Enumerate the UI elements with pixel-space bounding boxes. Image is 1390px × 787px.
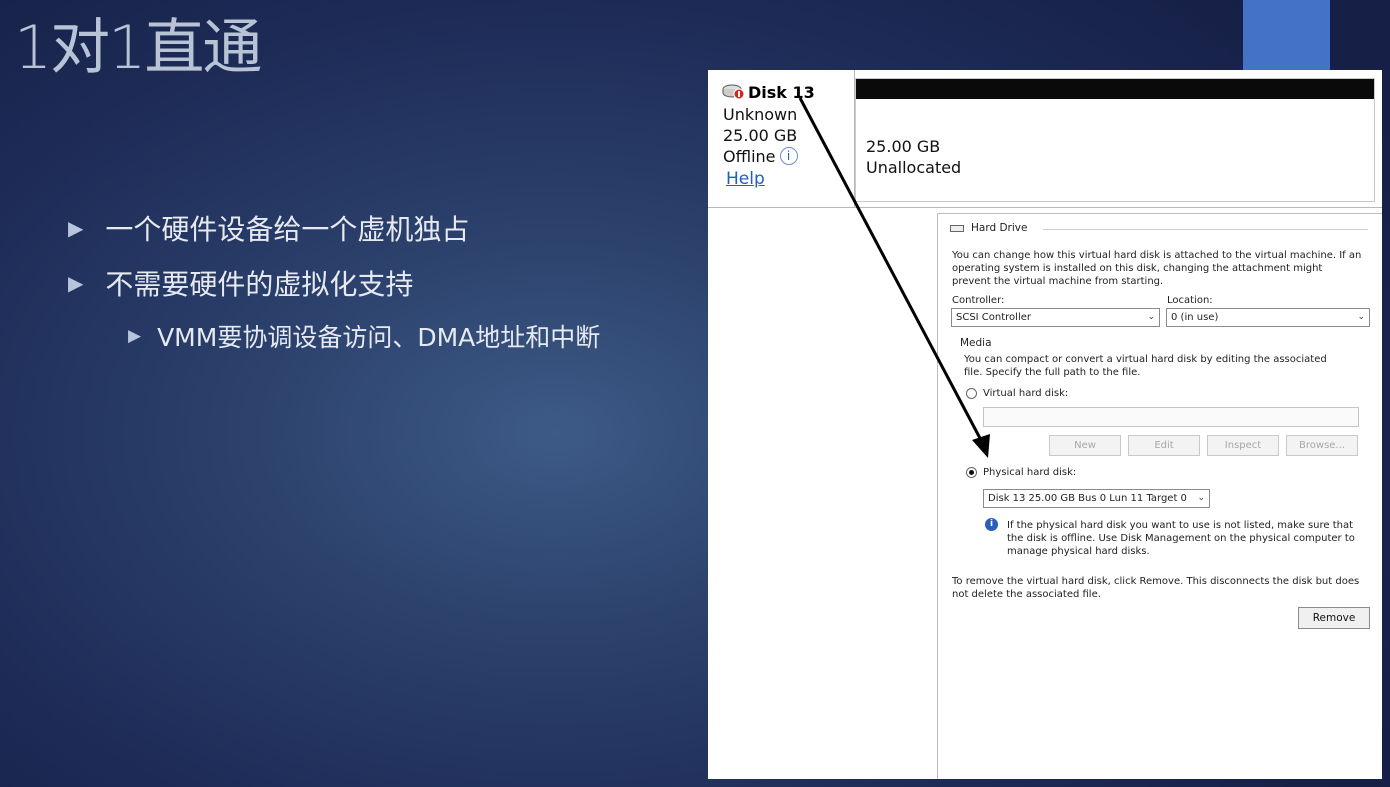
- hard-drive-section-header: Hard Drive: [950, 222, 1027, 234]
- bullet-text: 一个硬件设备给一个虚机独占: [105, 213, 470, 246]
- hard-drive-settings-panel: Hard Drive You can change how this virtu…: [937, 213, 1382, 779]
- unallocated-partition[interactable]: 25.00 GB Unallocated: [855, 78, 1375, 202]
- partition-header-bar: [856, 79, 1374, 99]
- accent-bar: [1243, 0, 1330, 70]
- bullet-triangle-icon: ▶: [128, 326, 142, 346]
- hard-drive-icon: [950, 224, 964, 232]
- bullet-item: ▶ 一个硬件设备给一个虚机独占: [68, 208, 469, 248]
- partition-area: 25.00 GB Unallocated: [855, 70, 1382, 208]
- physical-hard-disk-select[interactable]: Disk 13 25.00 GB Bus 0 Lun 11 Target 0 ⌄: [983, 489, 1210, 508]
- section-title: Hard Drive: [971, 222, 1028, 234]
- edit-button[interactable]: Edit: [1128, 435, 1200, 456]
- controller-label: Controller:: [952, 295, 1005, 306]
- bullet-text: VMM要协调设备访问、DMA地址和中断: [157, 323, 601, 352]
- bullet-item: ▶ 不需要硬件的虚拟化支持: [68, 263, 413, 303]
- disk-type: Unknown: [723, 105, 798, 124]
- chevron-down-icon: ⌄: [1147, 312, 1155, 322]
- chevron-down-icon: ⌄: [1197, 493, 1205, 503]
- remove-button[interactable]: Remove: [1298, 607, 1370, 629]
- physical-hard-disk-radio[interactable]: [966, 467, 977, 478]
- offline-disk-icon: [722, 84, 745, 100]
- info-text: If the physical hard disk you want to us…: [1007, 520, 1355, 557]
- info-icon[interactable]: i: [779, 147, 798, 165]
- bullet-text: 不需要硬件的虚拟化支持: [105, 268, 414, 301]
- virtual-hard-disk-path-input[interactable]: [983, 407, 1359, 427]
- chevron-down-icon: ⌄: [1357, 312, 1365, 322]
- intro-text: You can change how this virtual hard dis…: [952, 250, 1362, 287]
- disk-status: Offline i: [723, 147, 798, 166]
- divider: [1043, 229, 1368, 230]
- location-select[interactable]: 0 (in use) ⌄: [1166, 308, 1370, 327]
- help-link[interactable]: Help: [726, 169, 765, 189]
- controller-select[interactable]: SCSI Controller ⌄: [951, 308, 1160, 327]
- slide-title: 1对1直通: [14, 13, 262, 83]
- controller-value: SCSI Controller: [956, 312, 1031, 323]
- physical-hard-disk-value: Disk 13 25.00 GB Bus 0 Lun 11 Target 0: [988, 493, 1187, 504]
- inspect-button[interactable]: Inspect: [1207, 435, 1279, 456]
- media-label: Media: [960, 337, 992, 349]
- partition-size: 25.00 GB: [866, 137, 941, 156]
- new-button[interactable]: New: [1049, 435, 1121, 456]
- remove-instructions: To remove the virtual hard disk, click R…: [952, 576, 1360, 600]
- partition-status: Unallocated: [866, 158, 962, 177]
- bullet-triangle-icon: ▶: [68, 216, 84, 240]
- browse-button[interactable]: Browse...: [1286, 435, 1358, 456]
- disk-size: 25.00 GB: [723, 126, 798, 145]
- media-text: You can compact or convert a virtual har…: [964, 354, 1327, 378]
- sub-bullet-item: ▶ VMM要协调设备访问、DMA地址和中断: [128, 318, 600, 354]
- hyperv-screenshot: Disk 13 Unknown 25.00 GB Offline i Help 2…: [708, 70, 1382, 779]
- virtual-hard-disk-radio[interactable]: [966, 388, 977, 399]
- location-value: 0 (in use): [1171, 312, 1219, 323]
- bullet-triangle-icon: ▶: [68, 271, 84, 295]
- disk-status-text: Offline: [723, 147, 776, 166]
- disk-info-panel: Disk 13 Unknown 25.00 GB Offline i Help: [708, 70, 855, 208]
- location-label: Location:: [1167, 295, 1213, 306]
- disk-name: Disk 13: [748, 83, 815, 102]
- virtual-hard-disk-label: Virtual hard disk:: [983, 388, 1069, 399]
- physical-hard-disk-label: Physical hard disk:: [983, 467, 1077, 478]
- info-icon: i: [985, 518, 998, 531]
